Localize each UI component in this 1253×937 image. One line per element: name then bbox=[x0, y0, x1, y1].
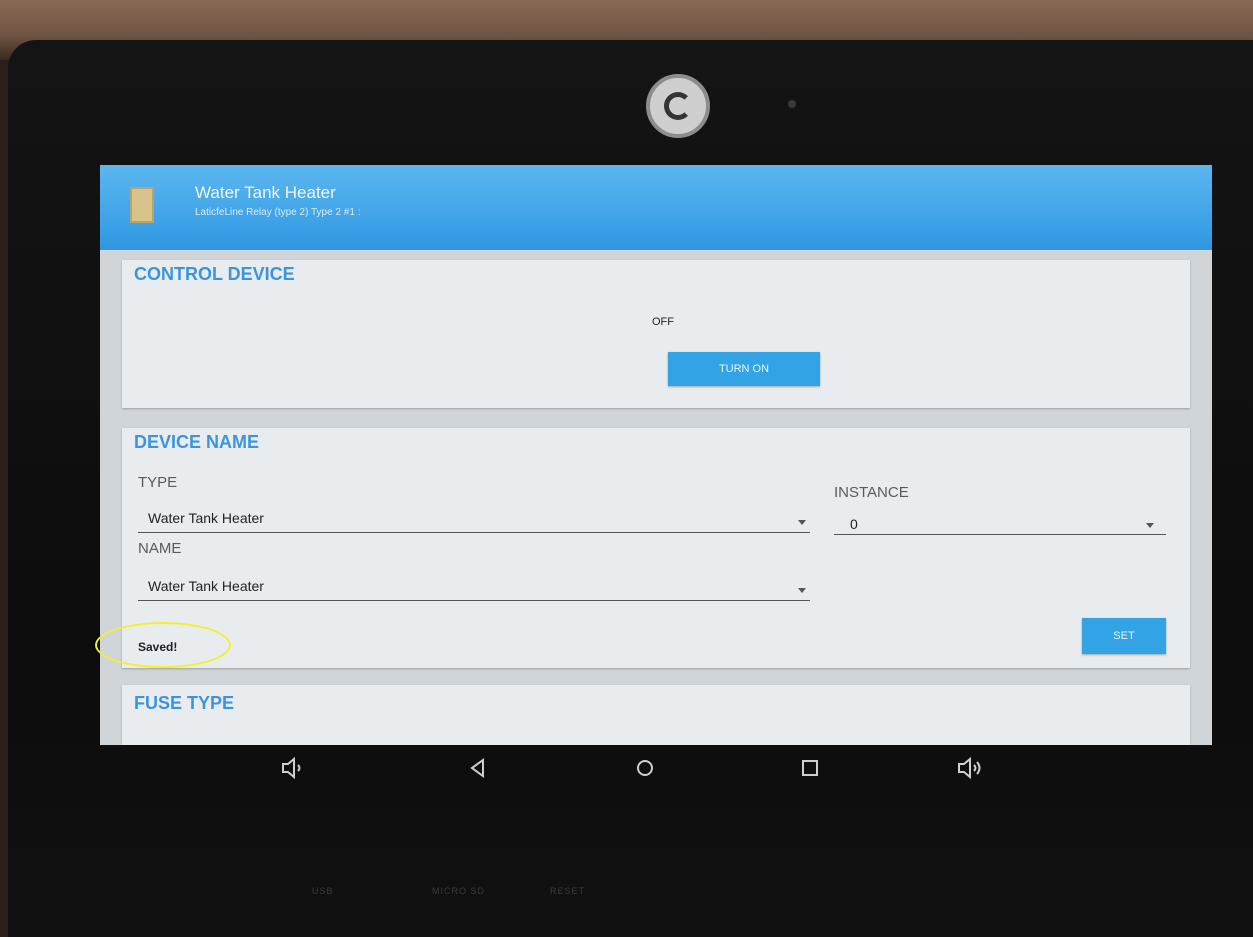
instance-dropdown-value[interactable]: 0 bbox=[850, 516, 858, 532]
volume-up-icon[interactable] bbox=[955, 755, 985, 787]
name-label: NAME bbox=[138, 540, 182, 557]
app-subtitle: LaticfeLine Relay (type 2) Type 2 #1 : bbox=[195, 207, 361, 218]
type-label: TYPE bbox=[138, 474, 178, 491]
reset-port-label: RESET bbox=[550, 886, 586, 896]
micro-sd-port-label: MICRO SD bbox=[432, 886, 485, 896]
name-dropdown-underline bbox=[138, 600, 810, 601]
device-name-heading: DEVICE NAME bbox=[134, 432, 260, 452]
type-dropdown-underline bbox=[138, 532, 810, 533]
name-dropdown-value[interactable]: Water Tank Heater bbox=[148, 578, 264, 594]
camera-lens bbox=[788, 100, 796, 108]
device-status: OFF bbox=[652, 316, 674, 328]
control-device-heading: CONTROL DEVICE bbox=[134, 264, 295, 284]
back-icon[interactable] bbox=[463, 755, 493, 787]
recents-icon[interactable] bbox=[795, 755, 825, 787]
app-title: Water Tank Heater bbox=[195, 183, 336, 202]
type-dropdown-arrow-icon[interactable] bbox=[798, 520, 806, 525]
set-button[interactable]: SET bbox=[1082, 618, 1166, 654]
turn-on-button[interactable]: TURN ON bbox=[668, 352, 820, 386]
brand-logo bbox=[646, 74, 710, 138]
app-bar: Water Tank Heater LaticfeLine Relay (typ… bbox=[100, 165, 1212, 250]
navigation-bar bbox=[100, 745, 1212, 795]
fuse-type-card: FUSE TYPE bbox=[122, 685, 1190, 745]
instance-dropdown-underline bbox=[834, 534, 1166, 535]
type-dropdown-value[interactable]: Water Tank Heater bbox=[148, 510, 264, 526]
instance-label: INSTANCE bbox=[834, 484, 909, 501]
device-name-card: DEVICE NAME TYPE Water Tank Heater INSTA… bbox=[122, 428, 1190, 668]
name-dropdown-arrow-icon[interactable] bbox=[798, 588, 806, 593]
usb-port-label: USB bbox=[312, 886, 334, 896]
instance-dropdown-arrow-icon[interactable] bbox=[1146, 523, 1154, 528]
home-icon[interactable] bbox=[630, 755, 660, 787]
control-device-card: CONTROL DEVICE OFF TURN ON bbox=[122, 260, 1190, 408]
saved-highlight-ellipse bbox=[95, 622, 231, 668]
fuse-type-heading: FUSE TYPE bbox=[134, 693, 235, 713]
device-icon bbox=[130, 187, 154, 223]
touch-screen: Water Tank Heater LaticfeLine Relay (typ… bbox=[100, 165, 1212, 745]
volume-down-icon[interactable] bbox=[277, 755, 307, 787]
